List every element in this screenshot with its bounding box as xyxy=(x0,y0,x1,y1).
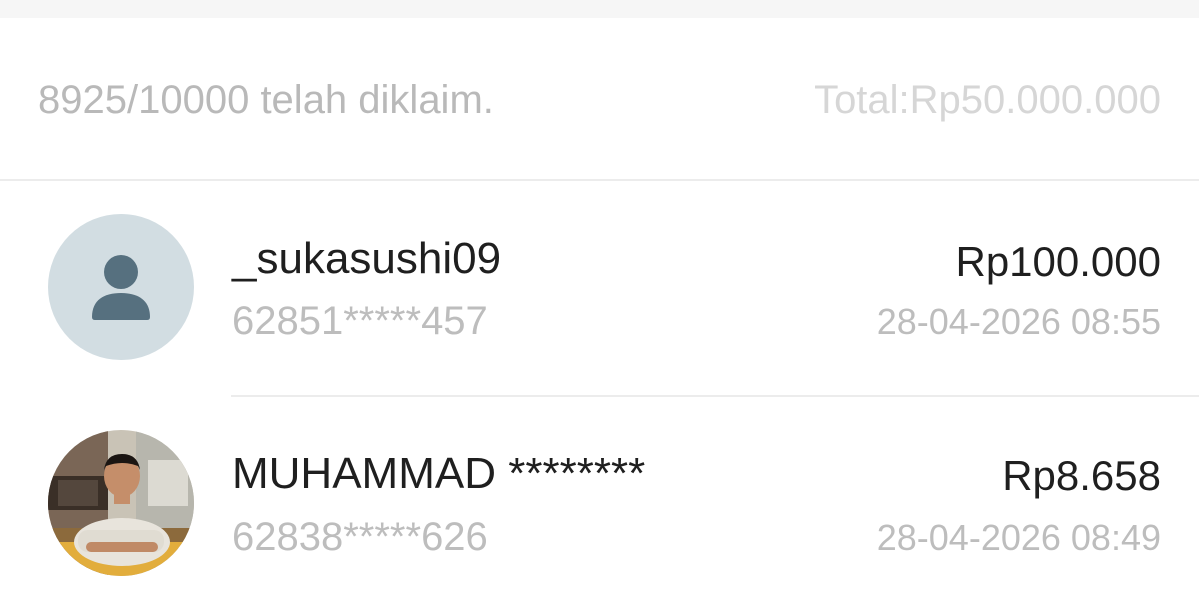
claim-timestamp: 28-04-2026 08:55 xyxy=(876,301,1161,342)
default-user-icon xyxy=(48,214,194,360)
person-icon xyxy=(92,255,150,320)
claimer-name: _sukasushi09 xyxy=(232,234,502,283)
claim-timestamp: 28-04-2026 08:49 xyxy=(876,517,1161,558)
claimer-name: MUHAMMAD ******** xyxy=(232,449,646,498)
user-photo xyxy=(48,430,194,576)
claim-amount: Rp100.000 xyxy=(955,238,1161,285)
top-strip xyxy=(0,0,1199,18)
user-photo-image xyxy=(48,430,194,576)
claimed-count: 8925/10000 telah diklaim. xyxy=(38,78,494,122)
claim-row[interactable]: MUHAMMAD ******** 62838*****626 Rp8.658 … xyxy=(0,397,1199,611)
claim-amount: Rp8.658 xyxy=(1002,452,1161,499)
claim-row[interactable]: _sukasushi09 62851*****457 Rp100.000 28-… xyxy=(0,181,1199,395)
claim-summary: 8925/10000 telah diklaim. Total:Rp50.000… xyxy=(0,18,1199,180)
claimer-phone: 62838*****626 xyxy=(232,515,488,559)
total-amount: Total:Rp50.000.000 xyxy=(814,78,1161,122)
claimer-phone: 62851*****457 xyxy=(232,299,488,343)
